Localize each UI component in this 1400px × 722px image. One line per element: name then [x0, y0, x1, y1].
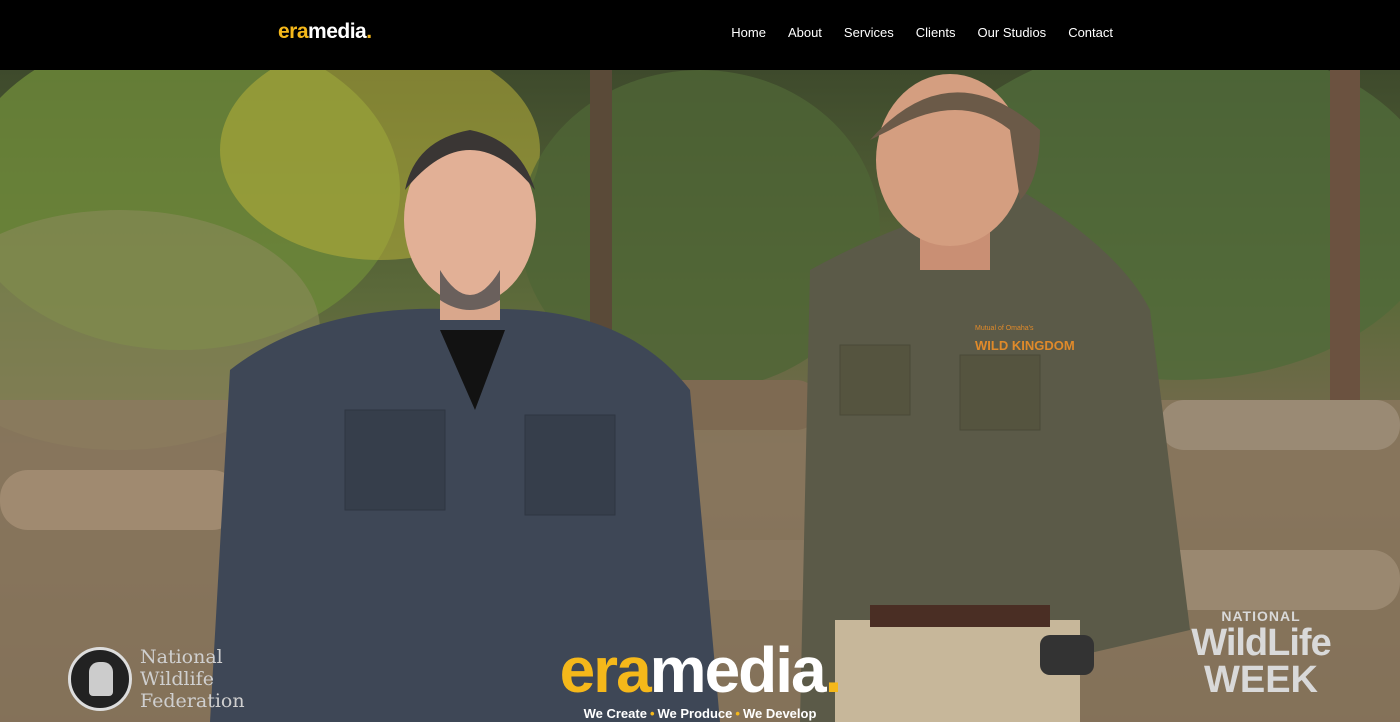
nav-link-clients[interactable]: Clients — [916, 25, 956, 40]
main-nav: Home About Services Clients Our Studios … — [709, 25, 1113, 40]
nav-link-our-studios[interactable]: Our Studios — [978, 25, 1047, 40]
national-wildlife-week-logo: NATIONAL WildLife WEEK — [1191, 608, 1331, 701]
national-wildlife-federation-logo: National Wildlife Federation — [68, 646, 245, 712]
nav-link-about[interactable]: About — [788, 25, 822, 40]
tagline: We Create • We Produce • We Develop — [583, 706, 817, 721]
nav-link-contact[interactable]: Contact — [1068, 25, 1113, 40]
top-navigation-bar: eramedia. Home About Services Clients Ou… — [0, 0, 1400, 70]
nav-link-home[interactable]: Home — [731, 25, 766, 40]
shirt-patch-line-1: Mutual of Omaha's — [975, 325, 1034, 332]
hero-video[interactable]: Mutual of Omaha's WILD KINGDOM National … — [0, 70, 1400, 722]
eramedia-hero-logo: eramedia. We Create • We Produce • We Develo… — [540, 638, 860, 721]
nav-link-services[interactable]: Services — [844, 25, 894, 40]
shirt-patch-line-2: WILD KINGDOM — [975, 338, 1075, 353]
nwf-ranger-rick-icon — [68, 647, 132, 711]
site-logo[interactable]: eramedia. — [278, 20, 372, 44]
